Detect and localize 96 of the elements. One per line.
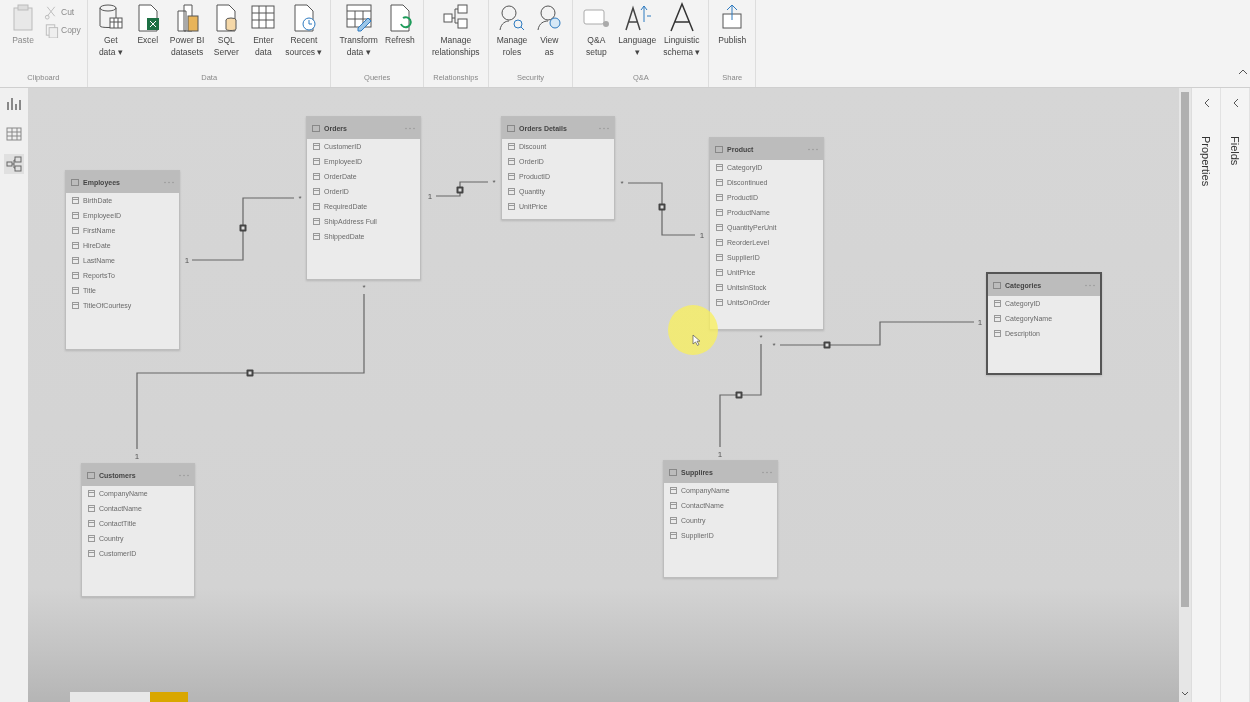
- column-icon: [716, 224, 723, 231]
- ribbon-button[interactable]: SQL Server: [209, 0, 244, 60]
- table-icon: [507, 124, 515, 132]
- column-icon: [72, 302, 79, 309]
- column-icon: [508, 158, 515, 165]
- ribbon-button[interactable]: View as: [532, 0, 567, 60]
- ribbon-button[interactable]: Manage relationships: [429, 0, 482, 60]
- column-icon: [508, 188, 515, 195]
- column-icon: [508, 143, 515, 150]
- column-icon: [716, 254, 723, 261]
- column-icon: [72, 212, 79, 219]
- crossfilter-icon: [246, 369, 254, 377]
- column-icon: [716, 179, 723, 186]
- table-icon: [715, 145, 723, 153]
- cardinality-label: 1: [134, 452, 140, 461]
- column-icon: [88, 490, 95, 497]
- cardinality-label: 1: [977, 318, 983, 327]
- scroll-down-icon[interactable]: [1181, 691, 1189, 696]
- cardinality-label: 1: [699, 231, 705, 240]
- column-icon: [72, 197, 79, 204]
- table-icon: [87, 471, 95, 479]
- column-icon: [72, 272, 79, 279]
- crossfilter-icon: [658, 203, 666, 211]
- pane-title[interactable]: Properties: [1200, 136, 1212, 187]
- column-icon: [313, 218, 320, 225]
- ribbon-button[interactable]: Language ▾: [616, 0, 659, 60]
- ribbon-button[interactable]: Publish: [715, 0, 750, 48]
- column-icon: [670, 487, 677, 494]
- copy-icon: [43, 22, 59, 38]
- column-icon: [313, 158, 320, 165]
- column-icon: [716, 269, 723, 276]
- crossfilter-icon: [239, 224, 247, 232]
- table-icon: [669, 468, 677, 476]
- pointer-icon: [692, 334, 701, 346]
- column-icon: [72, 257, 79, 264]
- column-icon: [670, 532, 677, 539]
- column-icon: [88, 550, 95, 557]
- column-icon: [716, 284, 723, 291]
- ribbon-button[interactable]: Q&A setup: [579, 0, 614, 60]
- column-icon: [72, 287, 79, 294]
- cursor-highlight: [668, 305, 718, 355]
- expand-pane-icon[interactable]: [1202, 98, 1210, 108]
- ribbon-button[interactable]: Excel: [130, 0, 165, 48]
- expand-pane-icon[interactable]: [1231, 98, 1239, 108]
- cardinality-label: *: [620, 179, 624, 188]
- crossfilter-icon: [735, 391, 743, 399]
- ribbon-button[interactable]: Get data ▾: [93, 0, 128, 60]
- column-icon: [716, 239, 723, 246]
- column-icon: [716, 164, 723, 171]
- column-icon: [716, 209, 723, 216]
- cardinality-label: *: [492, 178, 496, 187]
- column-icon: [72, 227, 79, 234]
- column-icon: [88, 535, 95, 542]
- column-icon: [313, 203, 320, 210]
- table-icon: [71, 178, 79, 186]
- crossfilter-icon: [823, 341, 831, 349]
- column-icon: [508, 173, 515, 180]
- column-icon: [508, 203, 515, 210]
- ribbon-button[interactable]: Refresh: [382, 0, 417, 48]
- column-icon: [994, 300, 1001, 307]
- column-icon: [994, 315, 1001, 322]
- cardinality-label: *: [298, 194, 302, 203]
- ribbon-button[interactable]: Transform data ▾: [337, 0, 380, 60]
- cardinality-label: 1: [427, 192, 433, 201]
- model-view-icon[interactable]: [4, 154, 24, 174]
- column-icon: [313, 173, 320, 180]
- crossfilter-icon: [456, 186, 464, 194]
- cardinality-label: *: [759, 333, 763, 342]
- ribbon-button[interactable]: Power BI datasets: [167, 0, 207, 60]
- column-icon: [313, 233, 320, 240]
- ribbon-button[interactable]: Enter data: [246, 0, 281, 60]
- column-icon: [313, 143, 320, 150]
- relationship-line[interactable]: [435, 181, 489, 197]
- cardinality-label: 1: [717, 450, 723, 459]
- column-icon: [716, 194, 723, 201]
- column-icon: [72, 242, 79, 249]
- column-icon: [313, 188, 320, 195]
- table-icon: [993, 281, 1001, 289]
- cardinality-label: *: [772, 341, 776, 350]
- pane-title[interactable]: Fields: [1229, 136, 1241, 166]
- ribbon-button[interactable]: Recent sources ▾: [283, 0, 325, 60]
- column-icon: [88, 505, 95, 512]
- table-icon: [312, 124, 320, 132]
- scrollbar-thumb[interactable]: [1181, 92, 1189, 607]
- column-icon: [716, 299, 723, 306]
- column-icon: [994, 330, 1001, 337]
- data-view-icon[interactable]: [4, 124, 24, 144]
- person-search-icon: [497, 2, 527, 32]
- column-icon: [670, 502, 677, 509]
- ribbon-button[interactable]: Manage roles: [494, 0, 530, 60]
- ribbon-button[interactable]: Linguistic schema ▾: [661, 0, 703, 60]
- collapse-ribbon-icon[interactable]: [1238, 68, 1248, 76]
- column-icon: [88, 520, 95, 527]
- cardinality-label: 1: [184, 256, 190, 265]
- column-icon: [670, 517, 677, 524]
- cardinality-label: *: [362, 283, 366, 292]
